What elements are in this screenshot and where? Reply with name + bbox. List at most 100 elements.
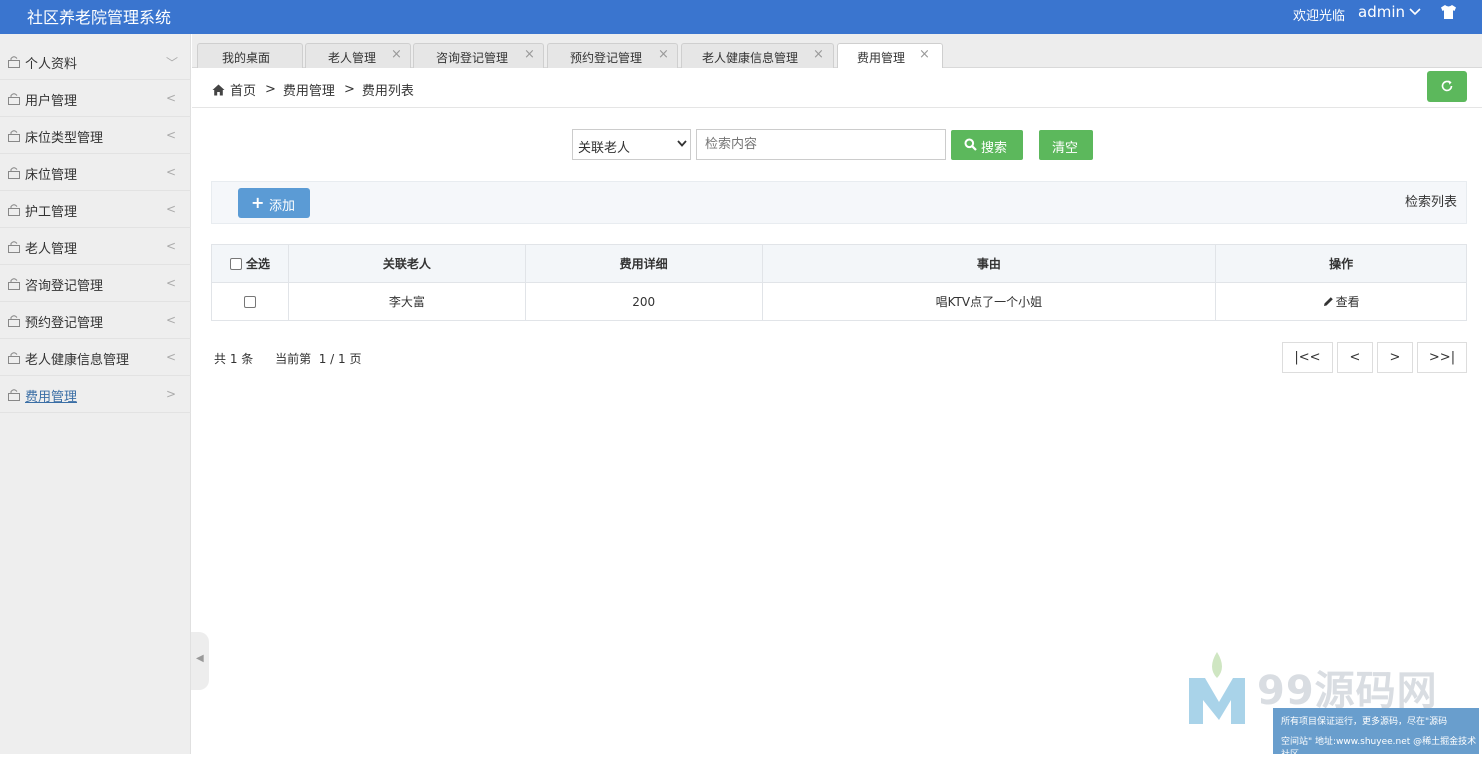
search-button-label: 搜索 bbox=[981, 141, 1008, 156]
sidebar-item-consultation[interactable]: 咨询登记管理 < bbox=[0, 265, 191, 302]
lock-icon bbox=[8, 56, 20, 68]
lock-icon bbox=[8, 93, 20, 105]
watermark-logo bbox=[1189, 652, 1245, 724]
breadcrumb: 首页 > 费用管理 > 费用列表 bbox=[212, 80, 414, 99]
view-link-label: 查看 bbox=[1335, 295, 1360, 309]
sidebar-item-label: 个人资料 bbox=[25, 57, 78, 72]
tab-appointment[interactable]: 预约登记管理 × bbox=[547, 43, 678, 68]
breadcrumb-home[interactable]: 首页 bbox=[230, 80, 256, 99]
watermark-line1: 所有项目保证运行，更多源码，尽在"源码 bbox=[1281, 717, 1448, 727]
sidebar-item-label: 咨询登记管理 bbox=[25, 279, 104, 294]
username: admin bbox=[1358, 3, 1405, 21]
watermark: 99源码网 所有项目保证运行，更多源码，尽在"源码 空间站" 地址:www.sh… bbox=[1185, 650, 1482, 760]
breadcrumb-separator: > bbox=[265, 82, 276, 97]
breadcrumb-level1[interactable]: 费用管理 bbox=[283, 80, 335, 99]
sidebar-item-label: 用户管理 bbox=[25, 94, 78, 109]
top-header: 社区养老院管理系统 欢迎光临 admin bbox=[0, 0, 1482, 34]
chevron-left-icon: < bbox=[166, 91, 177, 105]
add-button[interactable]: + 添加 bbox=[238, 188, 310, 218]
chevron-right-icon: > bbox=[166, 387, 177, 401]
reason-cell: 唱KTV点了一个小姐 bbox=[761, 282, 1217, 321]
select-all-header[interactable]: 全选 bbox=[211, 244, 289, 283]
elder-cell: 李大富 bbox=[287, 282, 526, 321]
close-icon[interactable]: × bbox=[919, 47, 930, 62]
chevron-down-icon bbox=[677, 140, 687, 147]
last-page-button[interactable]: >>| bbox=[1417, 342, 1467, 373]
column-header: 事由 bbox=[761, 244, 1217, 283]
lock-icon bbox=[8, 315, 20, 327]
watermark-line2: 空间站" 地址:www.shuyee.net @稀土掘金技术社区 bbox=[1281, 737, 1477, 760]
table-header-row: 全选 关联老人 费用详细 事由 操作 bbox=[211, 244, 1467, 283]
clear-button[interactable]: 清空 bbox=[1039, 130, 1093, 160]
user-menu[interactable]: admin bbox=[1358, 3, 1421, 21]
tab-label: 老人健康信息管理 bbox=[702, 51, 799, 65]
app-title: 社区养老院管理系统 bbox=[27, 8, 172, 27]
lock-icon bbox=[8, 241, 20, 253]
column-header: 费用详细 bbox=[524, 244, 763, 283]
tab-label: 费用管理 bbox=[857, 51, 906, 65]
row-select-cell bbox=[211, 282, 289, 321]
tab-consultation[interactable]: 咨询登记管理 × bbox=[413, 43, 544, 68]
close-icon[interactable]: × bbox=[658, 47, 669, 62]
breadcrumb-bar: 首页 > 费用管理 > 费用列表 bbox=[192, 68, 1482, 108]
search-input[interactable] bbox=[696, 129, 946, 160]
row-checkbox[interactable] bbox=[243, 295, 256, 308]
lock-icon bbox=[8, 204, 20, 216]
home-icon bbox=[212, 84, 225, 95]
chevron-left-icon: < bbox=[166, 350, 177, 364]
chevron-left-icon: < bbox=[166, 128, 177, 142]
lock-icon bbox=[8, 130, 20, 142]
sidebar-item-appointment[interactable]: 预约登记管理 < bbox=[0, 302, 191, 339]
list-toolbar: + 添加 检索列表 bbox=[211, 181, 1467, 224]
search-field-select[interactable]: 关联老人 bbox=[572, 129, 691, 160]
add-button-label: 添加 bbox=[269, 199, 296, 214]
sidebar-item-fees[interactable]: 费用管理 > bbox=[0, 376, 191, 413]
tab-label: 咨询登记管理 bbox=[436, 51, 509, 65]
sidebar-item-bed-types[interactable]: 床位类型管理 < bbox=[0, 117, 191, 154]
column-header: 操作 bbox=[1215, 244, 1467, 283]
close-icon[interactable]: × bbox=[524, 47, 535, 62]
first-page-button[interactable]: |<< bbox=[1282, 342, 1333, 373]
tab-fees[interactable]: 费用管理 × bbox=[837, 43, 943, 69]
next-page-button[interactable]: > bbox=[1377, 342, 1413, 373]
sidebar-item-label: 床位管理 bbox=[25, 168, 78, 183]
sidebar-item-label: 护工管理 bbox=[25, 205, 78, 220]
watermark-banner: 所有项目保证运行，更多源码，尽在"源码 空间站" 地址:www.shuyee.n… bbox=[1273, 708, 1479, 760]
pager-info: 共 1 条 当前第 1 / 1 页 bbox=[214, 350, 379, 367]
lock-icon bbox=[8, 352, 20, 364]
chevron-left-icon: < bbox=[166, 239, 177, 253]
tab-elders[interactable]: 老人管理 × bbox=[305, 43, 411, 68]
sidebar-item-caregivers[interactable]: 护工管理 < bbox=[0, 191, 191, 228]
chevron-left-icon: < bbox=[166, 165, 177, 179]
tab-desktop[interactable]: 我的桌面 bbox=[197, 43, 303, 68]
tab-label: 我的桌面 bbox=[222, 51, 271, 65]
select-all-label: 全选 bbox=[246, 257, 271, 271]
search-button[interactable]: 搜索 bbox=[951, 130, 1023, 160]
tab-health[interactable]: 老人健康信息管理 × bbox=[681, 43, 834, 68]
skin-shirt-icon[interactable] bbox=[1440, 5, 1457, 23]
tab-bar: 我的桌面 老人管理 × 咨询登记管理 × 预约登记管理 × 老人健康信息管理 ×… bbox=[192, 34, 1482, 69]
welcome-text: 欢迎光临 bbox=[1293, 9, 1346, 24]
clear-button-label: 清空 bbox=[1052, 141, 1079, 156]
list-title: 检索列表 bbox=[1405, 195, 1458, 210]
table-row: 李大富 200 唱KTV点了一个小姐 查看 bbox=[211, 282, 1467, 321]
breadcrumb-separator: > bbox=[343, 82, 355, 97]
breadcrumb-current: 费用列表 bbox=[361, 84, 414, 99]
pager-current: 当前第 1 / 1 页 bbox=[275, 352, 362, 366]
close-icon[interactable]: × bbox=[813, 47, 824, 62]
sidebar-item-users[interactable]: 用户管理 < bbox=[0, 80, 191, 117]
sidebar-item-health[interactable]: 老人健康信息管理 < bbox=[0, 339, 191, 376]
sidebar-collapse-handle[interactable]: ◀ bbox=[191, 632, 209, 690]
sidebar-item-label: 老人管理 bbox=[25, 242, 78, 257]
sidebar-item-elders[interactable]: 老人管理 < bbox=[0, 228, 191, 265]
close-icon[interactable]: × bbox=[391, 47, 402, 62]
prev-page-button[interactable]: < bbox=[1337, 342, 1373, 373]
chevron-down-icon: ﹀ bbox=[166, 56, 179, 70]
pager-total: 共 1 条 bbox=[214, 352, 254, 366]
view-link[interactable]: 查看 bbox=[1323, 293, 1360, 310]
refresh-button[interactable] bbox=[1427, 71, 1467, 102]
caret-left-icon: ◀ bbox=[196, 653, 204, 664]
sidebar-item-profile[interactable]: 个人资料 ﹀ bbox=[0, 43, 191, 80]
sidebar-item-beds[interactable]: 床位管理 < bbox=[0, 154, 191, 191]
select-all-checkbox[interactable] bbox=[229, 258, 242, 270]
